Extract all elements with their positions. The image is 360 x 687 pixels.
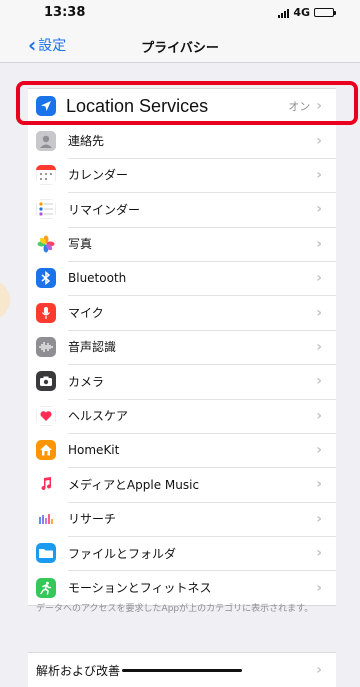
speech-recognition-icon xyxy=(36,336,56,357)
footer-note: データへのアクセスを要求したAppが上のカテゴリに表示されます。 xyxy=(36,604,314,614)
analysis-label-text: 解析および改善 xyxy=(36,663,121,678)
privacy-row-label: リサーチ xyxy=(68,512,117,527)
privacy-row[interactable]: メディアとApple Music › xyxy=(28,467,336,501)
signal-icon xyxy=(278,8,290,18)
privacy-row[interactable]: Bluetooth › xyxy=(28,260,336,295)
privacy-row-label: 写真 xyxy=(68,237,93,252)
folder-icon xyxy=(36,543,56,564)
network-type: 4G xyxy=(293,6,310,19)
microphone-icon xyxy=(36,302,56,323)
chevron-right-icon: › xyxy=(316,545,322,562)
privacy-row-label: カレンダー xyxy=(68,168,129,183)
status-right: 4G xyxy=(278,6,336,19)
privacy-row-label: リマインダー xyxy=(68,202,141,217)
music-note-icon xyxy=(36,474,56,495)
fitness-runner-icon xyxy=(36,577,56,598)
privacy-row[interactable]: マイク › xyxy=(28,295,336,329)
reminders-icon xyxy=(36,199,56,220)
contacts-icon xyxy=(36,130,56,151)
privacy-row[interactable]: モーションとフィットネス › xyxy=(28,570,336,604)
chevron-right-icon: › xyxy=(316,338,322,355)
navigation-bar: ‹ 設定 プライバシー xyxy=(0,28,360,63)
chevron-right-icon: › xyxy=(316,98,322,115)
chevron-right-icon: › xyxy=(316,579,322,596)
chevron-right-icon: › xyxy=(316,407,322,424)
privacy-row[interactable]: 音声認識 › xyxy=(28,329,336,364)
chevron-right-icon: › xyxy=(316,510,322,527)
chevron-right-icon: › xyxy=(316,166,322,183)
bluetooth-icon xyxy=(36,268,56,289)
chevron-right-icon: › xyxy=(316,476,322,493)
privacy-row[interactable]: カメラ › xyxy=(28,364,336,398)
chevron-right-icon: › xyxy=(316,132,322,149)
privacy-row[interactable]: ヘルスケア › xyxy=(28,398,336,433)
battery-icon xyxy=(314,8,336,17)
privacy-row-label: 連絡先 xyxy=(68,134,105,149)
privacy-settings-list: Location Services オン › 連絡先 › カレンダー › リマインダー › 写真 ›… xyxy=(28,88,336,606)
privacy-row-label: カメラ xyxy=(68,374,105,389)
camera-icon xyxy=(36,371,56,392)
privacy-row-label: Bluetooth xyxy=(68,271,127,286)
privacy-row[interactable]: ファイルとフォルダ › xyxy=(28,536,336,570)
photos-icon xyxy=(36,233,56,254)
health-heart-icon xyxy=(36,405,56,426)
chevron-right-icon: › xyxy=(316,304,322,321)
chevron-right-icon: › xyxy=(316,235,322,252)
chevron-right-icon: › xyxy=(316,442,322,459)
privacy-row[interactable]: Location Services オン › xyxy=(28,89,336,123)
privacy-row-label: 音声認識 xyxy=(68,340,117,355)
privacy-row-label: HomeKit xyxy=(68,443,120,458)
privacy-row-label: ファイルとフォルダ xyxy=(68,546,177,561)
chevron-right-icon: › xyxy=(316,201,322,218)
chevron-right-icon: › xyxy=(316,662,322,678)
status-bar: 13:38 4G xyxy=(0,0,360,28)
chevron-right-icon: › xyxy=(316,270,322,287)
privacy-row[interactable]: カレンダー › xyxy=(28,157,336,192)
location-arrow-icon xyxy=(36,96,56,117)
privacy-row-label: ヘルスケア xyxy=(68,409,129,424)
analysis-label: 解析および改善 xyxy=(36,662,316,679)
privacy-row[interactable]: 写真 › xyxy=(28,226,336,261)
page-title: プライバシー xyxy=(141,41,219,56)
privacy-row-label: マイク xyxy=(68,306,104,321)
privacy-row-label: Location Services xyxy=(62,95,289,117)
homekit-icon xyxy=(36,440,56,461)
privacy-row[interactable]: HomeKit › xyxy=(28,432,336,467)
privacy-row-value: オン xyxy=(288,100,311,114)
privacy-row[interactable]: リマインダー › xyxy=(28,192,336,226)
analysis-improvement-row[interactable]: 解析および改善 › xyxy=(28,652,336,687)
status-time: 13:38 xyxy=(44,5,86,20)
research-icon xyxy=(36,508,56,529)
privacy-row-label: メディアとApple Music xyxy=(68,477,200,492)
privacy-row[interactable]: 連絡先 › xyxy=(28,123,336,157)
chevron-right-icon: › xyxy=(316,373,322,390)
redaction-bar xyxy=(122,668,243,672)
privacy-row-label: モーションとフィットネス xyxy=(68,581,212,596)
calendar-icon xyxy=(36,164,56,185)
privacy-row[interactable]: リサーチ › xyxy=(28,501,336,536)
background-decoration xyxy=(0,280,10,320)
